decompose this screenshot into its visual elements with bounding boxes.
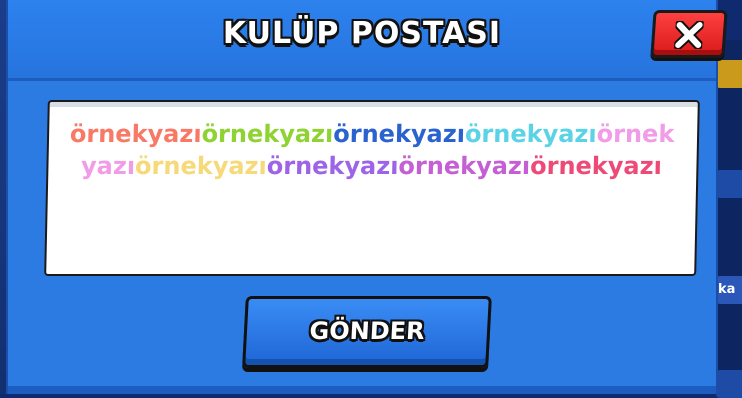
message-segment: ör — [596, 120, 626, 148]
background-chip-label: ka — [716, 276, 742, 304]
dialog-bottom-edge — [8, 386, 716, 394]
background-chip — [716, 60, 742, 88]
message-segment: örnekyazı — [266, 152, 399, 180]
club-mail-dialog: KULÜP POSTASI örnekyazıörnekyazıörnekyaz… — [6, 0, 718, 394]
message-segment: örnekyazı — [464, 120, 597, 148]
message-segment: örnekyazı — [529, 152, 663, 180]
close-icon — [673, 21, 704, 49]
message-box[interactable]: örnekyazıörnekyazıörnekyazıörnekyazıörne… — [44, 100, 700, 276]
message-segment: örnekyazı — [69, 120, 202, 148]
message-segment: örnekyazı — [398, 152, 531, 180]
message-text[interactable]: örnekyazıörnekyazıörnekyazıörnekyazıörne… — [66, 118, 677, 182]
background-chip — [716, 170, 742, 198]
background-right: ka — [716, 40, 742, 398]
close-button[interactable] — [650, 10, 728, 58]
dialog-title: KULÜP POSTASI — [222, 16, 502, 51]
message-segment: örnekyazı — [333, 120, 466, 148]
message-segment: örnekyazı — [201, 120, 334, 148]
dialog-header: KULÜP POSTASI — [8, 0, 716, 81]
send-button-label: GÖNDER — [308, 317, 426, 345]
message-segment: örnekyazı — [134, 152, 268, 180]
send-button[interactable]: GÖNDER — [242, 296, 492, 368]
